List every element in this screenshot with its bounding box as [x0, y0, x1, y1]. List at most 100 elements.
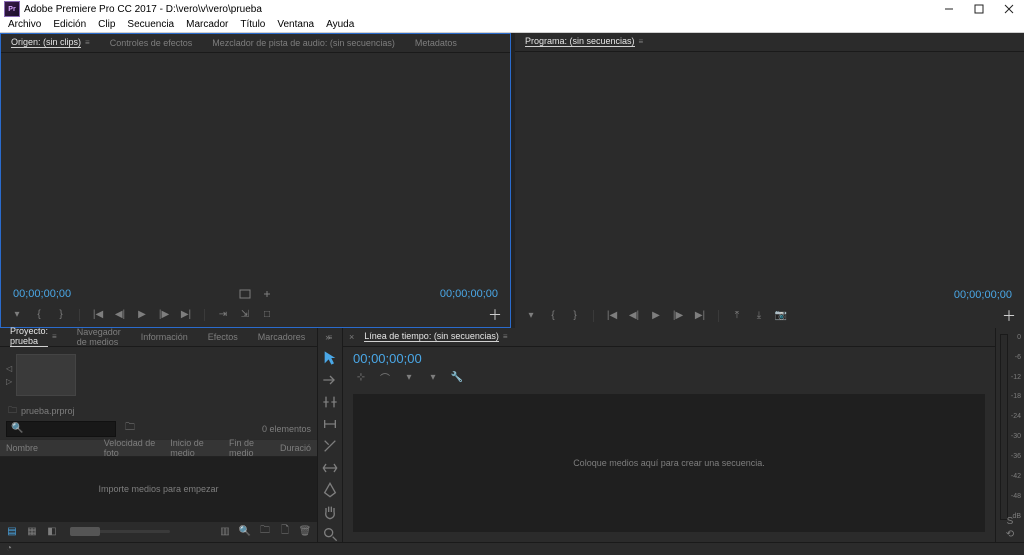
menu-marcador[interactable]: Marcador — [180, 19, 234, 30]
tab-informacion[interactable]: Información — [131, 328, 198, 346]
zoom-tool-icon[interactable] — [322, 526, 338, 542]
razor-tool-icon[interactable] — [322, 438, 338, 454]
export-frame-icon[interactable]: 📷 — [773, 308, 789, 324]
source-tc-left[interactable]: 00;00;00;00 — [13, 288, 71, 300]
project-dropzone[interactable]: Importe medios para empezar — [0, 457, 317, 522]
panel-menu-icon[interactable]: ≡ — [503, 332, 508, 341]
menu-ayuda[interactable]: Ayuda — [320, 19, 360, 30]
source-tc-right[interactable]: 00;00;00;00 — [440, 288, 498, 300]
tab-programa[interactable]: Programa: (sin secuencias) ≡ — [515, 33, 653, 51]
tab-linea-tiempo[interactable]: Línea de tiempo: (sin secuencias)≡ — [354, 328, 517, 346]
search-input[interactable]: 🔍 — [6, 421, 116, 437]
tab-navegador-medios[interactable]: Navegador de medios — [67, 328, 131, 346]
new-bin-icon[interactable]: 🗀 — [257, 524, 273, 540]
tab-origen[interactable]: Origen: (sin clips) ≡ — [1, 34, 100, 52]
app-icon: Pr — [4, 1, 20, 17]
filter-bin-icon[interactable]: 🗀 — [122, 421, 138, 437]
fit-icon[interactable] — [237, 286, 253, 302]
menu-edicion[interactable]: Edición — [47, 19, 92, 30]
goto-out-icon[interactable]: ▶| — [692, 308, 708, 324]
snap-icon[interactable]: ⊹ — [353, 370, 369, 386]
add-marker-icon[interactable]: ▾ — [523, 308, 539, 324]
hand-tool-icon[interactable] — [322, 504, 338, 520]
next-item-icon[interactable]: ▷ — [6, 377, 12, 386]
panel-menu-icon[interactable]: ≡ — [639, 37, 644, 46]
program-tc-right[interactable]: 00;00;00;00 — [954, 289, 1012, 301]
button-editor-icon[interactable]: ＋ — [1002, 306, 1016, 326]
tab-controles-efectos[interactable]: Controles de efectos — [100, 34, 203, 52]
timeline-dropzone[interactable]: Coloque medios aquí para crear una secue… — [353, 394, 985, 532]
col-inicio[interactable]: Inicio de medio — [164, 438, 223, 458]
timeline-tc[interactable]: 00;00;00;00 — [353, 351, 985, 366]
half-res-icon[interactable] — [259, 286, 275, 302]
goto-out-icon[interactable]: ▶| — [178, 307, 194, 323]
delete-icon[interactable]: 🗑 — [297, 524, 313, 540]
selection-tool-icon[interactable] — [322, 350, 338, 366]
ripple-edit-tool-icon[interactable] — [322, 394, 338, 410]
app-root: Pr Adobe Premiere Pro CC 2017 - D:\vero\… — [0, 0, 1024, 555]
menu-clip[interactable]: Clip — [92, 19, 121, 30]
new-item-icon[interactable]: 🗋 — [277, 524, 293, 540]
preview-thumb[interactable] — [16, 354, 76, 396]
add-marker-icon[interactable]: ▾ — [401, 370, 417, 386]
tab-metadatos[interactable]: Metadatos — [405, 34, 467, 52]
extract-icon[interactable]: ⤓ — [751, 308, 767, 324]
timeline-settings-icon[interactable]: ▾ — [425, 370, 441, 386]
insert-icon[interactable]: ⇥ — [215, 307, 231, 323]
slip-tool-icon[interactable] — [322, 460, 338, 476]
mark-in-icon[interactable]: { — [31, 307, 47, 323]
list-view-icon[interactable]: ▤ — [4, 524, 20, 540]
tab-proyecto[interactable]: Proyecto: prueba≡ — [0, 328, 67, 346]
add-marker-icon[interactable]: ▾ — [9, 307, 25, 323]
solo-icon[interactable]: S — [1007, 516, 1014, 527]
export-frame-icon[interactable]: □ — [259, 307, 275, 323]
freeform-view-icon[interactable]: ◧ — [44, 524, 60, 540]
zoom-slider[interactable] — [70, 530, 170, 533]
source-viewer[interactable] — [1, 53, 510, 285]
play-icon[interactable]: ▶ — [134, 307, 150, 323]
menu-secuencia[interactable]: Secuencia — [121, 19, 180, 30]
program-panel: Programa: (sin secuencias) ≡ 00;00;00;00… — [515, 33, 1024, 328]
maximize-button[interactable] — [964, 0, 994, 18]
col-duracion[interactable]: Duració — [274, 443, 317, 453]
play-icon[interactable]: ▶ — [648, 308, 664, 324]
find-icon[interactable]: 🔍 — [237, 524, 253, 540]
prev-item-icon[interactable]: ◁ — [6, 364, 12, 373]
tab-marcadores[interactable]: Marcadores — [248, 328, 316, 346]
pen-tool-icon[interactable] — [322, 482, 338, 498]
tab-mezclador[interactable]: Mezclador de pista de audio: (sin secuen… — [202, 34, 405, 52]
step-back-icon[interactable]: ◀| — [626, 308, 642, 324]
mark-out-icon[interactable]: } — [567, 308, 583, 324]
col-fin[interactable]: Fin de medio — [223, 438, 274, 458]
close-button[interactable] — [994, 0, 1024, 18]
step-fwd-icon[interactable]: |▶ — [670, 308, 686, 324]
program-viewer[interactable] — [515, 52, 1024, 286]
col-nombre[interactable]: Nombre — [0, 443, 98, 453]
col-velocidad[interactable]: Velocidad de foto — [98, 438, 165, 458]
timeline-panel: × Línea de tiempo: (sin secuencias)≡ 00;… — [343, 328, 995, 542]
mute-icon[interactable]: ⟲ — [1006, 529, 1014, 540]
goto-in-icon[interactable]: |◀ — [604, 308, 620, 324]
menu-titulo[interactable]: Título — [234, 19, 271, 30]
tabs-overflow-icon[interactable]: » — [315, 328, 340, 346]
panel-menu-icon[interactable]: ≡ — [85, 38, 90, 47]
icon-view-icon[interactable]: ▦ — [24, 524, 40, 540]
step-fwd-icon[interactable]: |▶ — [156, 307, 172, 323]
tab-efectos[interactable]: Efectos — [198, 328, 248, 346]
button-editor-icon[interactable]: ＋ — [488, 305, 502, 325]
track-select-tool-icon[interactable] — [322, 372, 338, 388]
mark-in-icon[interactable]: { — [545, 308, 561, 324]
wrench-icon[interactable]: 🔧 — [449, 370, 465, 386]
goto-in-icon[interactable]: |◀ — [90, 307, 106, 323]
menu-ventana[interactable]: Ventana — [271, 19, 320, 30]
mark-out-icon[interactable]: } — [53, 307, 69, 323]
linked-selection-icon[interactable]: ⌒ — [377, 370, 393, 386]
auto-sequence-icon[interactable]: ▥ — [217, 524, 233, 540]
menu-archivo[interactable]: Archivo — [2, 19, 47, 30]
panel-menu-icon[interactable]: ≡ — [52, 332, 57, 341]
overwrite-icon[interactable]: ⇲ — [237, 307, 253, 323]
step-back-icon[interactable]: ◀| — [112, 307, 128, 323]
minimize-button[interactable] — [934, 0, 964, 18]
rate-stretch-tool-icon[interactable] — [322, 416, 338, 432]
lift-icon[interactable]: ⤒ — [729, 308, 745, 324]
